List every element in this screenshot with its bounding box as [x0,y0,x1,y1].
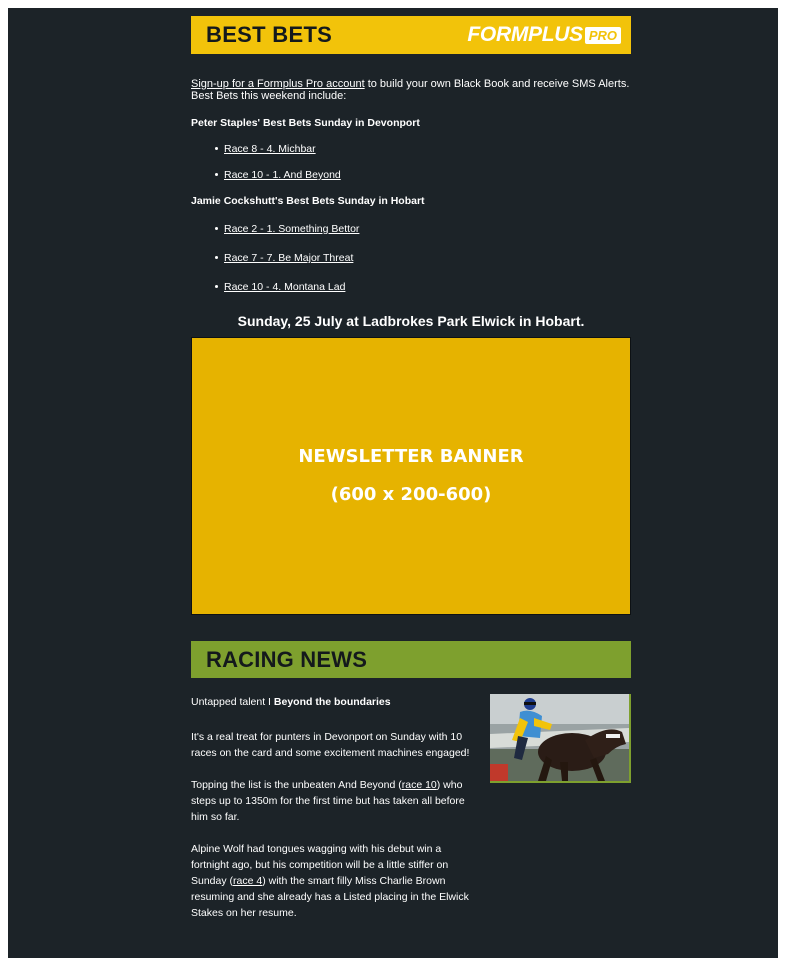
newsletter-banner[interactable]: NEWSLETTER BANNER (600 x 200-600) [191,337,631,615]
banner-line-2: (600 x 200-600) [330,484,492,505]
racing-news-title: RACING NEWS [206,646,368,672]
bet-item: Race 10 - 1. And Beyond [215,169,631,181]
bet-link[interactable]: Race 10 - 4. Montana Lad [224,281,345,293]
jockey-horse-photo[interactable] [490,694,631,783]
logo-pro-badge: PRO [584,26,621,44]
bet-item: Race 2 - 1. Something Bettor [215,223,631,235]
email-background: BEST BETS FORMPLUS PRO Sign-up for a For… [8,8,778,958]
bet-link[interactable]: Race 8 - 4. Michbar [224,143,316,155]
banner-line-1: NEWSLETTER BANNER [298,446,524,467]
bet-item: Race 10 - 4. Montana Lad [215,281,631,293]
email-column: BEST BETS FORMPLUS PRO Sign-up for a For… [191,16,631,921]
article-paragraph-1: It's a real treat for punters in Devonpo… [191,731,470,759]
peter-bets-list: Race 8 - 4. Michbar Race 10 - 1. And Bey… [191,143,631,181]
jamie-bets-list: Race 2 - 1. Something Bettor Race 7 - 7.… [191,223,631,293]
race-10-link[interactable]: race 10 [402,779,437,791]
race-4-link[interactable]: race 4 [233,875,262,887]
formplus-pro-logo[interactable]: FORMPLUS PRO [467,23,621,47]
article-headline[interactable]: Untapped talent I Beyond the boundaries [191,694,476,710]
signup-link[interactable]: Sign-up for a Formplus Pro account [191,78,365,90]
news-article: Untapped talent I Beyond the boundaries … [191,694,631,921]
tipster-heading-peter: Peter Staples' Best Bets Sunday in Devon… [191,117,420,129]
article-paragraph-2: Topping the list is the unbeaten And Bey… [191,779,465,823]
logo-wordmark: FORMPLUS [467,23,583,46]
bet-item: Race 8 - 4. Michbar [215,143,631,155]
bet-link[interactable]: Race 10 - 1. And Beyond [224,169,341,181]
best-bets-header: BEST BETS FORMPLUS PRO [191,16,631,54]
article-paragraph-3: Alpine Wolf had tongues wagging with his… [191,843,469,919]
jockey-horse-image [490,694,629,781]
article-text: Untapped talent I Beyond the boundaries … [191,694,476,921]
racing-news-header: RACING NEWS [191,641,631,678]
bet-item: Race 7 - 7. Be Major Threat [215,252,631,264]
tipster-heading-jamie: Jamie Cockshutt's Best Bets Sunday in Ho… [191,195,425,207]
bet-link[interactable]: Race 7 - 7. Be Major Threat [224,252,353,264]
bet-link[interactable]: Race 2 - 1. Something Bettor [224,223,359,235]
intro-paragraph: Sign-up for a Formplus Pro account to bu… [191,78,631,102]
best-bets-title: BEST BETS [206,22,333,47]
event-line: Sunday, 25 July at Ladbrokes Park Elwick… [237,313,585,329]
